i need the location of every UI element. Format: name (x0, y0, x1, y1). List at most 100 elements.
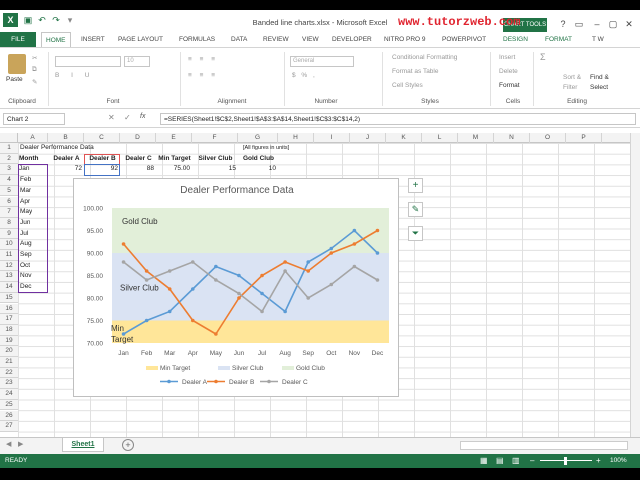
header-cell[interactable]: Dealer C (121, 154, 156, 165)
formula-input[interactable]: =SERIES(Sheet1!$C$2,Sheet1!$A$3:$A$14,Sh… (160, 113, 636, 125)
redo-icon[interactable]: ↷ (50, 14, 62, 26)
tab-data[interactable]: DATA (227, 32, 251, 47)
data-point[interactable] (260, 273, 264, 278)
row-header[interactable]: 4 (0, 175, 18, 186)
help-icon[interactable]: ? (556, 18, 570, 30)
tab-file[interactable]: FILE (0, 32, 36, 47)
chart-plot[interactable]: Min Target Silver Club Gold Club 70.00 75.00 8… (74, 179, 400, 398)
number-buttons[interactable]: $ % , (292, 72, 317, 79)
column-header[interactable]: K (386, 133, 422, 143)
enter-icon[interactable]: ✓ (124, 113, 131, 122)
month-cell[interactable]: Feb (20, 175, 31, 186)
data-point[interactable] (306, 269, 311, 273)
copy-icon[interactable]: ⧉ (32, 66, 37, 74)
data-point[interactable] (167, 287, 172, 291)
data-point[interactable] (214, 332, 218, 336)
row-header[interactable]: 16 (0, 303, 18, 315)
column-header[interactable]: E (156, 133, 192, 143)
page-layout-view-icon[interactable]: ▤ (496, 456, 504, 465)
row-header[interactable]: 8 (0, 217, 18, 229)
row-header[interactable]: 12 (0, 260, 18, 272)
minimize-button[interactable]: – (590, 18, 604, 30)
zoom-slider-thumb[interactable] (564, 457, 567, 465)
vertical-scrollbar[interactable] (630, 133, 640, 437)
row-header[interactable]: 24 (0, 389, 18, 400)
tab-developer[interactable]: DEVELOPER (328, 32, 376, 47)
column-header[interactable]: I (314, 133, 350, 143)
horizontal-scrollbar[interactable] (460, 441, 628, 450)
column-header[interactable]: O (530, 133, 566, 143)
band-min-target[interactable] (112, 320, 389, 344)
row-header[interactable]: 15 (0, 292, 18, 304)
autosum-icon[interactable]: Σ (540, 52, 546, 62)
undo-icon[interactable]: ↶ (36, 14, 48, 26)
delete-cells-button[interactable]: Delete (499, 68, 518, 75)
close-button[interactable]: ✕ (622, 18, 636, 30)
save-icon[interactable]: ▣ (22, 14, 34, 26)
cancel-icon[interactable]: ✕ (108, 113, 115, 122)
next-sheet-icon[interactable]: ▶ (18, 440, 23, 448)
data-point[interactable] (121, 260, 126, 264)
column-header[interactable]: L (422, 133, 458, 143)
header-cell[interactable]: Dealer A (49, 154, 84, 165)
data-point[interactable] (329, 251, 334, 255)
row-header[interactable]: 23 (0, 378, 18, 390)
row-header[interactable]: 3 (0, 164, 18, 176)
row-header[interactable]: 19 (0, 335, 18, 347)
format-as-table-button[interactable]: Format as Table (392, 68, 438, 75)
chart-filters-button[interactable]: ⏷ (408, 226, 423, 241)
row-header[interactable]: 7 (0, 207, 18, 218)
data-point[interactable] (352, 228, 357, 233)
data-point[interactable] (214, 278, 218, 282)
data-point[interactable] (144, 278, 149, 282)
maximize-button[interactable]: ▢ (606, 18, 620, 30)
tab-view[interactable]: VIEW (298, 32, 323, 47)
cell-f1[interactable]: [All figures in units] (243, 143, 289, 154)
data-point[interactable] (329, 282, 334, 287)
data-point[interactable] (144, 269, 149, 273)
column-header[interactable]: M (458, 133, 494, 143)
chart-styles-button[interactable]: ✎ (408, 202, 423, 217)
column-header[interactable]: N (494, 133, 530, 143)
tab-home[interactable]: HOME (41, 32, 71, 48)
cell-styles-button[interactable]: Cell Styles (392, 82, 423, 89)
data-point[interactable] (190, 318, 195, 323)
data-point[interactable] (260, 291, 264, 296)
tab-design[interactable]: DESIGN (499, 32, 532, 47)
month-cell[interactable]: Mar (20, 186, 31, 197)
data-point[interactable] (352, 264, 357, 269)
data-point[interactable] (283, 309, 287, 314)
row-header[interactable]: 2 (0, 153, 18, 165)
data-cell[interactable]: 10 (239, 164, 278, 175)
column-header[interactable]: C (84, 133, 120, 143)
tab-powerpivot[interactable]: POWERPIVOT (438, 32, 490, 47)
month-cell[interactable]: Aug (20, 239, 32, 250)
column-header[interactable]: F (192, 133, 238, 143)
row-header[interactable]: 21 (0, 357, 18, 368)
data-point[interactable] (167, 309, 172, 314)
row-header[interactable]: 13 (0, 271, 18, 283)
format-cells-button[interactable]: Format (499, 82, 520, 89)
ribbon-display-icon[interactable]: ▭ (572, 18, 586, 30)
column-header[interactable]: P (566, 133, 602, 143)
column-header[interactable]: D (120, 133, 156, 143)
row-header[interactable]: 10 (0, 239, 18, 250)
chart-elements-button[interactable]: + (408, 178, 423, 193)
font-size-combo[interactable]: 10 (124, 56, 150, 67)
data-point[interactable] (190, 287, 195, 291)
row-header[interactable]: 22 (0, 367, 18, 379)
tab-insert[interactable]: INSERT (77, 32, 109, 47)
sheet-tab-sheet1[interactable]: Sheet1 (62, 438, 104, 452)
data-cell[interactable]: 72 (49, 164, 84, 175)
alignment-buttons-2[interactable]: ≡ ≡ ≡ (188, 72, 218, 79)
find-select-label[interactable]: Find & (590, 74, 609, 81)
tab-review[interactable]: REVIEW (259, 32, 293, 47)
data-point[interactable] (190, 260, 195, 264)
select-all-corner[interactable] (0, 133, 18, 143)
data-point[interactable] (121, 242, 126, 246)
data-point[interactable] (375, 278, 380, 282)
conditional-formatting-button[interactable]: Conditional Formatting (392, 54, 457, 61)
row-header[interactable]: 17 (0, 314, 18, 325)
normal-view-icon[interactable]: ▦ (480, 456, 488, 465)
alignment-buttons[interactable]: ≡ ≡ ≡ (188, 56, 218, 63)
